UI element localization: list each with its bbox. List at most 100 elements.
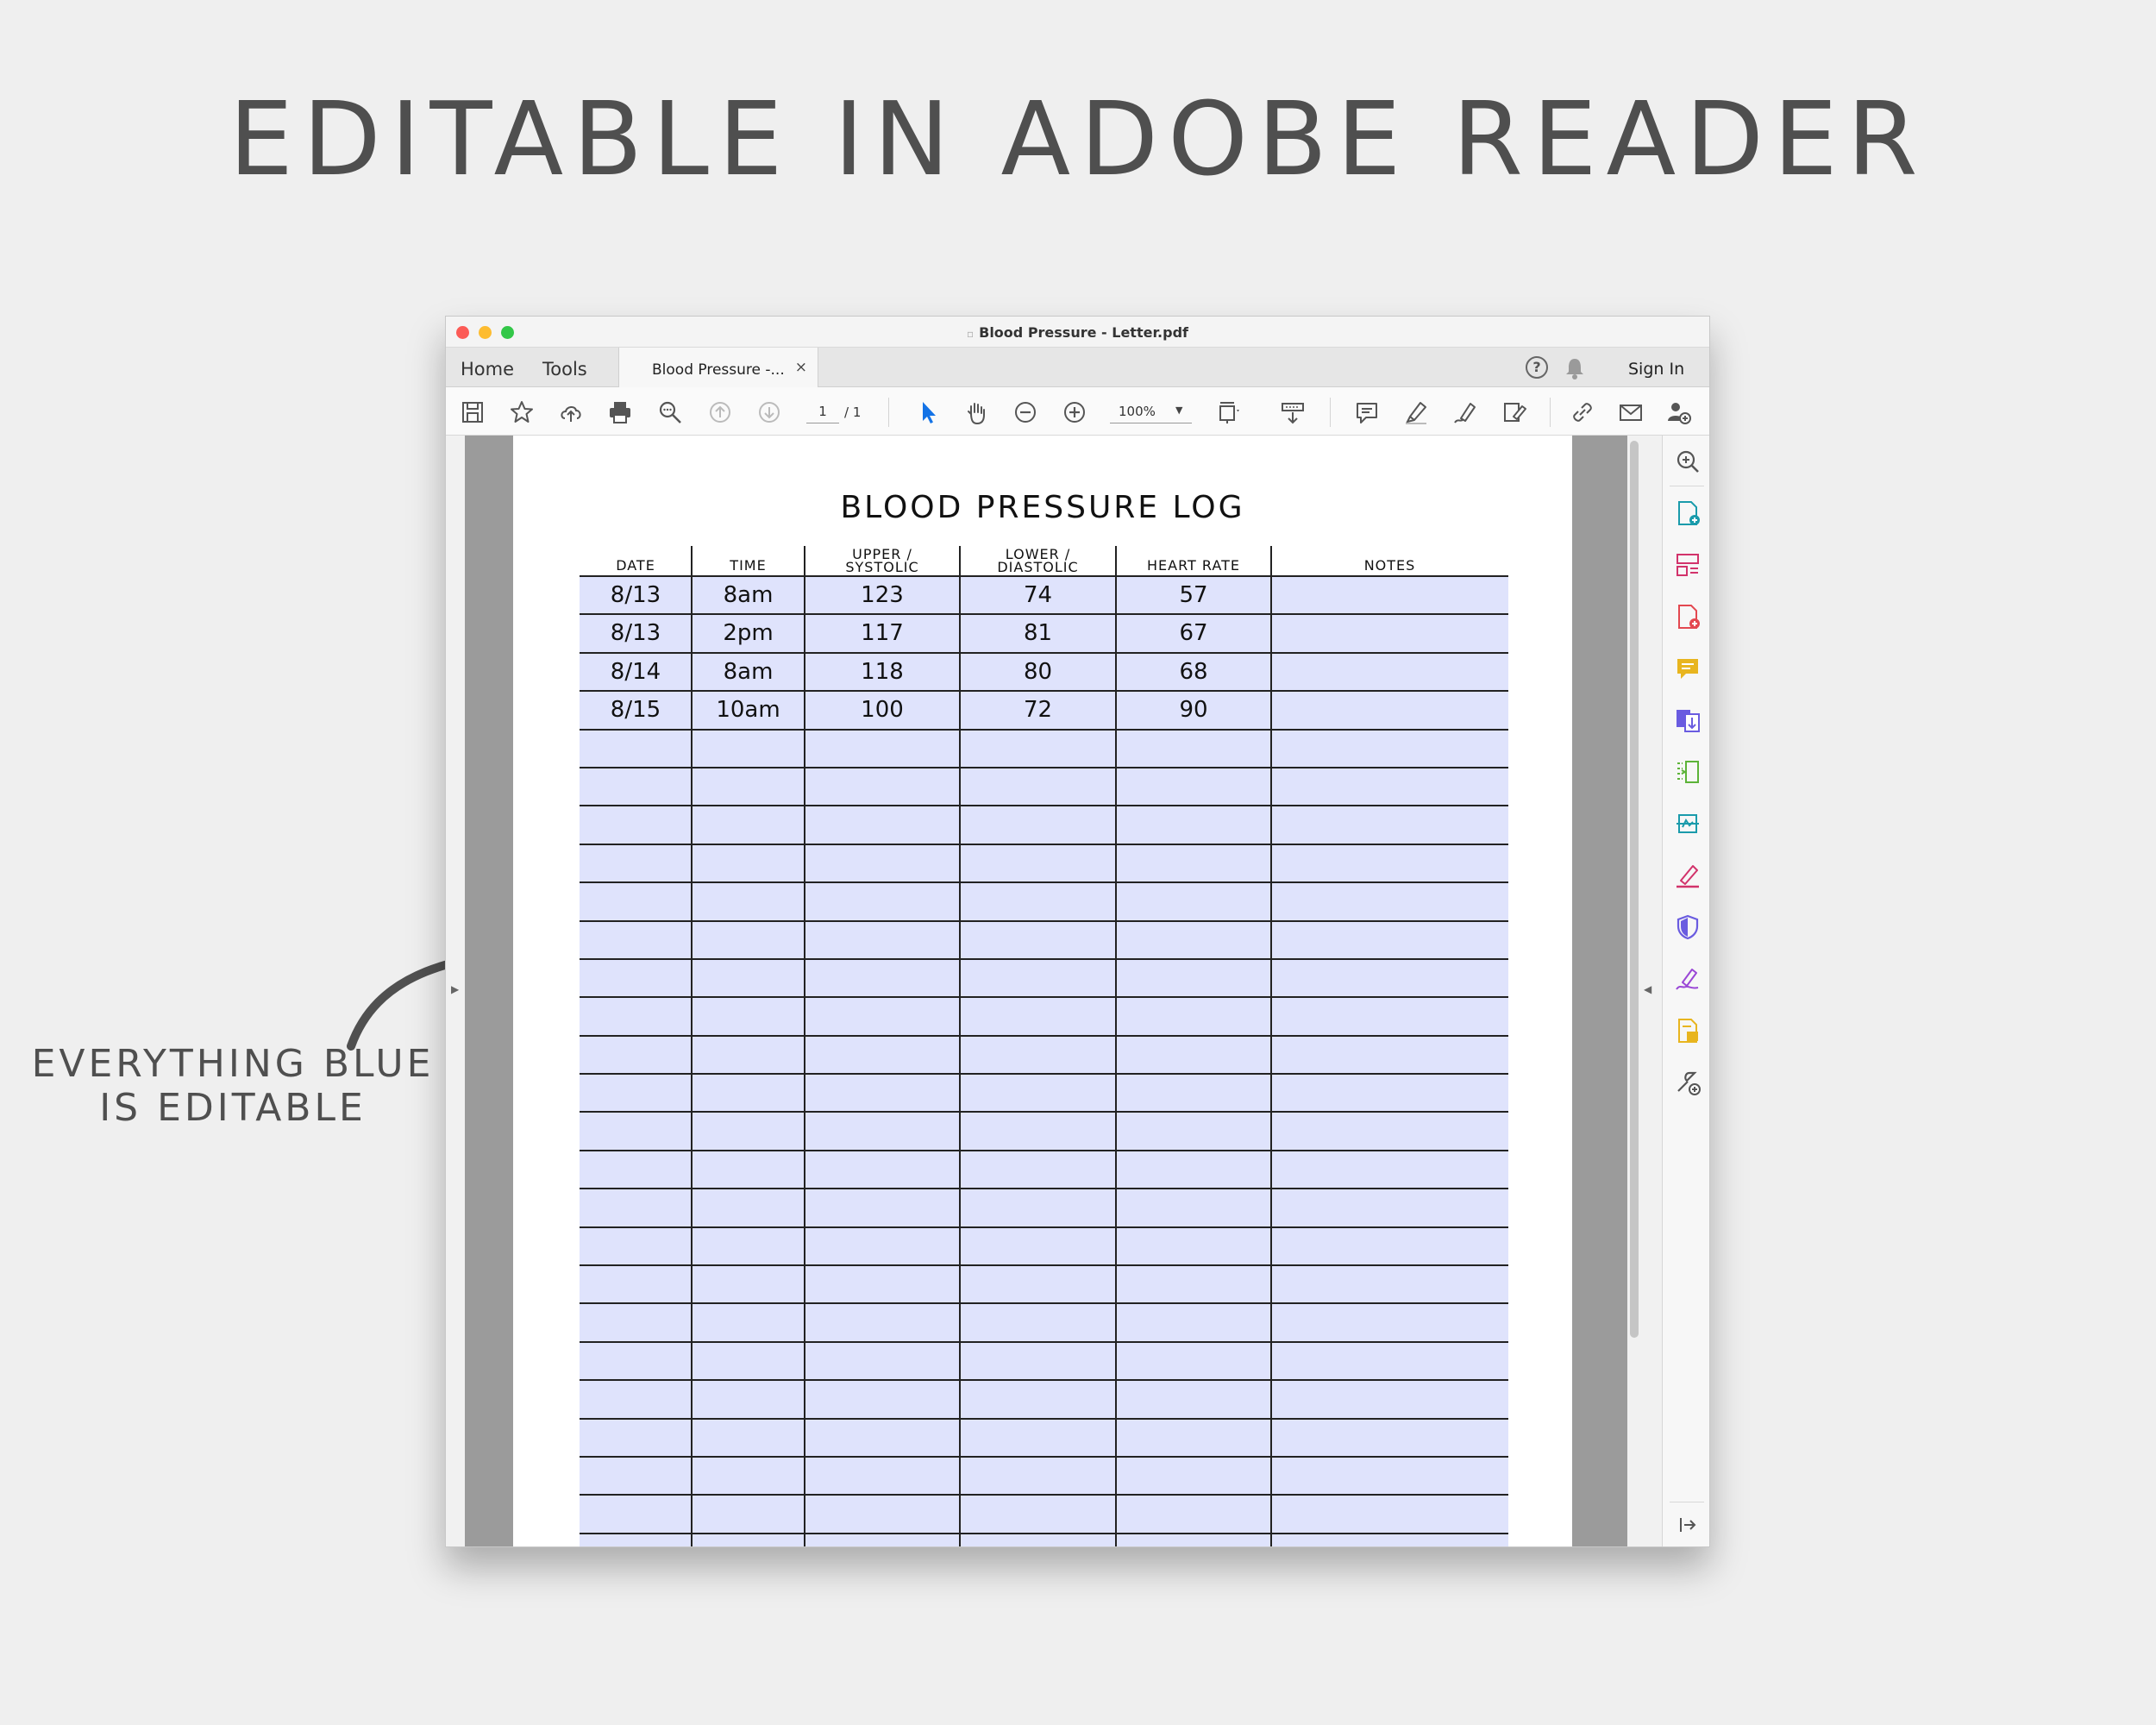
notes-field[interactable] [1271,1496,1508,1532]
diastolic-field[interactable] [960,806,1116,843]
systolic-field[interactable]: 117 [805,615,960,651]
diastolic-field[interactable] [960,1151,1116,1188]
export-pdf-icon[interactable] [1674,706,1702,734]
heart-rate-field[interactable] [1116,768,1271,805]
diastolic-field[interactable] [960,1113,1116,1149]
diastolic-field[interactable] [960,731,1116,767]
notes-field[interactable] [1271,1343,1508,1379]
heart-rate-field[interactable] [1116,1420,1271,1456]
notes-field[interactable] [1271,1266,1508,1302]
systolic-field[interactable] [805,1266,960,1302]
diastolic-field[interactable] [960,1075,1116,1111]
time-field[interactable] [692,1458,805,1494]
systolic-field[interactable] [805,1228,960,1264]
time-field[interactable] [692,768,805,805]
heart-rate-field[interactable] [1116,806,1271,843]
systolic-field[interactable] [805,1381,960,1417]
notes-field[interactable] [1271,1458,1508,1494]
heart-rate-field[interactable] [1116,1037,1271,1073]
comment-icon[interactable] [1354,399,1380,425]
systolic-field[interactable] [805,845,960,881]
date-field[interactable] [580,960,692,996]
next-page-icon[interactable] [756,399,782,425]
date-field[interactable] [580,1075,692,1111]
upload-cloud-icon[interactable] [558,399,584,425]
compress-pdf-icon[interactable] [1674,758,1702,786]
diastolic-field[interactable] [960,883,1116,919]
create-pdf-icon[interactable] [1674,499,1702,527]
diastolic-field[interactable] [960,1228,1116,1264]
heart-rate-field[interactable] [1116,1381,1271,1417]
heart-rate-field[interactable] [1116,1075,1271,1111]
systolic-field[interactable] [805,1075,960,1111]
tab-tools[interactable]: Tools [542,359,587,380]
time-field[interactable] [692,1381,805,1417]
share-link-icon[interactable] [1570,399,1595,425]
diastolic-field[interactable] [960,845,1116,881]
comment-icon[interactable] [1674,655,1702,682]
fill-sign-icon[interactable] [1501,399,1527,425]
stamp-icon[interactable] [1674,1017,1702,1044]
heart-rate-field[interactable] [1116,1496,1271,1532]
notes-field[interactable] [1271,1304,1508,1340]
time-field[interactable] [692,1496,805,1532]
heart-rate-field[interactable]: 57 [1116,577,1271,613]
date-field[interactable] [580,1381,692,1417]
systolic-field[interactable] [805,1420,960,1456]
date-field[interactable] [580,1343,692,1379]
email-icon[interactable] [1618,399,1644,425]
scan-icon[interactable] [1674,810,1702,837]
notes-field[interactable] [1271,1534,1508,1546]
diastolic-field[interactable] [960,1534,1116,1546]
heart-rate-field[interactable]: 90 [1116,692,1271,728]
more-tools-icon[interactable] [1674,1069,1702,1096]
systolic-field[interactable]: 123 [805,577,960,613]
close-tab-icon[interactable]: × [795,359,807,376]
heart-rate-field[interactable] [1116,883,1271,919]
systolic-field[interactable] [805,1304,960,1340]
date-field[interactable] [580,768,692,805]
notes-field[interactable] [1271,1228,1508,1264]
date-field[interactable] [580,845,692,881]
date-field[interactable] [580,1496,692,1532]
date-field[interactable] [580,1037,692,1073]
time-field[interactable] [692,1037,805,1073]
date-field[interactable] [580,998,692,1034]
time-field[interactable] [692,806,805,843]
systolic-field[interactable] [805,768,960,805]
notes-field[interactable] [1271,806,1508,843]
notes-field[interactable] [1271,615,1508,651]
search-zoom-icon[interactable] [657,399,683,425]
diastolic-field[interactable] [960,1266,1116,1302]
time-field[interactable] [692,922,805,958]
time-field[interactable] [692,1304,805,1340]
notes-field[interactable] [1271,922,1508,958]
systolic-field[interactable] [805,960,960,996]
systolic-field[interactable] [805,998,960,1034]
diastolic-field[interactable] [960,1037,1116,1073]
heart-rate-field[interactable] [1116,960,1271,996]
notes-field[interactable] [1271,1075,1508,1111]
collapse-panel-icon[interactable] [1677,1514,1699,1536]
request-signature-icon[interactable] [1674,965,1702,993]
notes-field[interactable] [1271,1381,1508,1417]
expand-left-panel-icon[interactable]: ▶ [451,983,459,995]
date-field[interactable] [580,1458,692,1494]
fit-page-icon[interactable] [1215,399,1241,425]
systolic-field[interactable] [805,883,960,919]
date-field[interactable]: 8/13 [580,577,692,613]
diastolic-field[interactable]: 80 [960,654,1116,690]
notes-field[interactable] [1271,960,1508,996]
heart-rate-field[interactable] [1116,1113,1271,1149]
scrollbar-thumb[interactable] [1630,441,1639,1338]
systolic-field[interactable] [805,922,960,958]
notes-field[interactable] [1271,1113,1508,1149]
date-field[interactable]: 8/15 [580,692,692,728]
notes-field[interactable] [1271,768,1508,805]
heart-rate-field[interactable] [1116,1534,1271,1546]
time-field[interactable] [692,1189,805,1226]
time-field[interactable] [692,1534,805,1546]
systolic-field[interactable]: 118 [805,654,960,690]
date-field[interactable]: 8/14 [580,654,692,690]
tab-document[interactable]: Blood Pressure -... × [618,348,818,387]
